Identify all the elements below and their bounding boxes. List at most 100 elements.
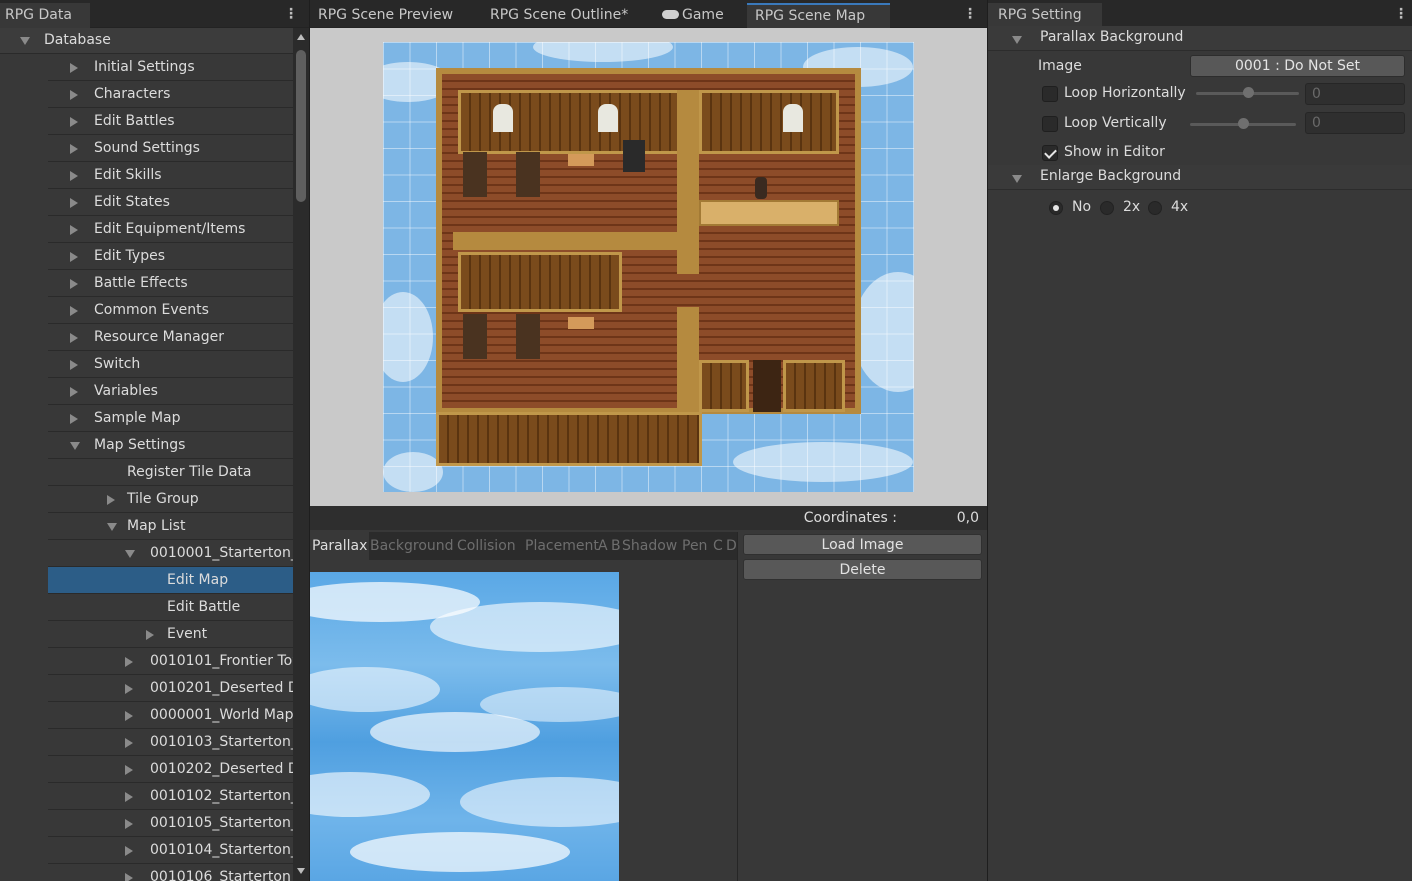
tree-item[interactable]: 0010202_Deserted Dungeon: [48, 756, 293, 783]
tree-item[interactable]: Edit Types: [48, 243, 293, 270]
tree-item[interactable]: Map Settings: [48, 432, 293, 459]
loop-vertically-slider-knob[interactable]: [1238, 118, 1249, 129]
loop-vertically-checkbox[interactable]: [1042, 116, 1058, 132]
tree-item[interactable]: Battle Effects: [48, 270, 293, 297]
tree-item[interactable]: Tile Group: [48, 486, 293, 513]
chevron-right-icon[interactable]: [146, 630, 154, 640]
chevron-right-icon[interactable]: [125, 738, 133, 748]
map-preview-area[interactable]: [310, 28, 987, 506]
tree-item[interactable]: Edit States: [48, 189, 293, 216]
tree-item[interactable]: Sound Settings: [48, 135, 293, 162]
tree-item[interactable]: 0010105_Starterton_: [48, 810, 293, 837]
chevron-right-icon[interactable]: [70, 306, 78, 316]
tree-item[interactable]: Characters: [48, 81, 293, 108]
layer-tab-a[interactable]: A: [598, 532, 608, 560]
chevron-right-icon[interactable]: [70, 225, 78, 235]
chevron-right-icon[interactable]: [125, 819, 133, 829]
chevron-right-icon[interactable]: [70, 198, 78, 208]
tab-rpg-scene-preview[interactable]: RPG Scene Preview: [310, 3, 461, 28]
tab-game[interactable]: Game: [654, 3, 732, 28]
chevron-right-icon[interactable]: [125, 765, 133, 775]
chevron-down-icon[interactable]: [125, 550, 135, 558]
chevron-down-icon[interactable]: [20, 37, 30, 45]
tree-item[interactable]: Edit Battles: [48, 108, 293, 135]
chevron-right-icon[interactable]: [70, 144, 78, 154]
more-options-icon[interactable]: ⋮: [963, 6, 977, 22]
tree-item[interactable]: Switch: [48, 351, 293, 378]
tree-item[interactable]: Edit Map: [48, 567, 293, 594]
loop-horizontally-slider-knob[interactable]: [1243, 87, 1254, 98]
tree-item[interactable]: Map List: [48, 513, 293, 540]
tree-item[interactable]: 0010103_Starterton_: [48, 729, 293, 756]
tab-rpg-scene-map[interactable]: RPG Scene Map: [747, 3, 890, 28]
tree-item[interactable]: Resource Manager: [48, 324, 293, 351]
loop-horizontally-checkbox[interactable]: [1042, 86, 1058, 102]
layer-tab-c[interactable]: C: [713, 532, 723, 560]
enlarge-2x-radio[interactable]: [1100, 201, 1114, 215]
chevron-right-icon[interactable]: [125, 792, 133, 802]
chevron-right-icon[interactable]: [107, 495, 115, 505]
image-select-button[interactable]: 0001 : Do Not Set: [1190, 55, 1405, 77]
layer-tab-background[interactable]: Background: [370, 532, 454, 560]
layer-tab-placement[interactable]: Placement: [525, 532, 599, 560]
tree-scrollbar[interactable]: [293, 28, 309, 881]
tree-item[interactable]: Edit Skills: [48, 162, 293, 189]
chevron-right-icon[interactable]: [70, 171, 78, 181]
scroll-up-icon[interactable]: [297, 34, 305, 40]
enlarge-no-radio[interactable]: [1049, 201, 1063, 215]
chevron-right-icon[interactable]: [125, 684, 133, 694]
chevron-right-icon[interactable]: [125, 846, 133, 856]
tree-item[interactable]: 0010201_Deserted Dungeon: [48, 675, 293, 702]
chevron-right-icon[interactable]: [125, 873, 133, 881]
tree-item[interactable]: Common Events: [48, 297, 293, 324]
more-options-icon[interactable]: ⋮: [284, 6, 298, 22]
layer-tab-collision[interactable]: Collision: [457, 532, 516, 560]
chevron-down-icon[interactable]: [70, 442, 80, 450]
chevron-right-icon[interactable]: [70, 414, 78, 424]
chevron-right-icon[interactable]: [70, 90, 78, 100]
chevron-right-icon[interactable]: [70, 387, 78, 397]
tab-rpg-setting[interactable]: RPG Setting: [988, 3, 1102, 28]
delete-button[interactable]: Delete: [743, 559, 982, 580]
tab-rpg-data[interactable]: RPG Data: [0, 3, 90, 28]
enlarge-background-section[interactable]: Enlarge Background: [988, 165, 1412, 190]
layer-tab-b[interactable]: B: [611, 532, 621, 560]
tree-item[interactable]: Edit Battle: [48, 594, 293, 621]
chevron-down-icon[interactable]: [107, 523, 117, 531]
scroll-down-icon[interactable]: [297, 868, 305, 874]
tree-item[interactable]: 0000001_World Map: [48, 702, 293, 729]
tree-item[interactable]: 0010102_Starterton_: [48, 783, 293, 810]
tree-item[interactable]: Event: [48, 621, 293, 648]
tree-item[interactable]: Variables: [48, 378, 293, 405]
loop-horizontally-value[interactable]: 0: [1305, 83, 1405, 105]
tree-item[interactable]: 0010101_Frontier Town: [48, 648, 293, 675]
load-image-button[interactable]: Load Image: [743, 534, 982, 555]
chevron-right-icon[interactable]: [70, 333, 78, 343]
chevron-right-icon[interactable]: [70, 252, 78, 262]
layer-tab-parallax[interactable]: Parallax: [310, 532, 370, 560]
layer-tab-pen[interactable]: Pen: [682, 532, 707, 560]
chevron-right-icon[interactable]: [70, 360, 78, 370]
show-in-editor-checkbox[interactable]: [1042, 145, 1058, 161]
chevron-right-icon[interactable]: [70, 63, 78, 73]
more-options-icon[interactable]: ⋮: [1394, 6, 1408, 22]
tree-item[interactable]: 0010001_Starterton_: [48, 540, 293, 567]
chevron-right-icon[interactable]: [125, 711, 133, 721]
layer-tab-d[interactable]: D: [726, 532, 737, 560]
tree-item[interactable]: 0010106_Starterton_: [48, 864, 293, 881]
tree-item[interactable]: Register Tile Data: [48, 459, 293, 486]
tree-item[interactable]: Edit Equipment/Items: [48, 216, 293, 243]
loop-vertically-value[interactable]: 0: [1305, 112, 1405, 134]
parallax-background-section[interactable]: Parallax Background: [988, 26, 1412, 51]
tree-item[interactable]: Database: [0, 28, 293, 54]
map-canvas[interactable]: [383, 42, 914, 492]
tree-item[interactable]: Sample Map: [48, 405, 293, 432]
chevron-right-icon[interactable]: [70, 117, 78, 127]
tree-item[interactable]: 0010104_Starterton_: [48, 837, 293, 864]
layer-tab-shadow[interactable]: Shadow: [622, 532, 677, 560]
chevron-right-icon[interactable]: [70, 279, 78, 289]
tab-rpg-scene-outline[interactable]: RPG Scene Outline*: [482, 3, 636, 28]
tree-item[interactable]: Initial Settings: [48, 54, 293, 81]
chevron-right-icon[interactable]: [125, 657, 133, 667]
enlarge-4x-radio[interactable]: [1148, 201, 1162, 215]
